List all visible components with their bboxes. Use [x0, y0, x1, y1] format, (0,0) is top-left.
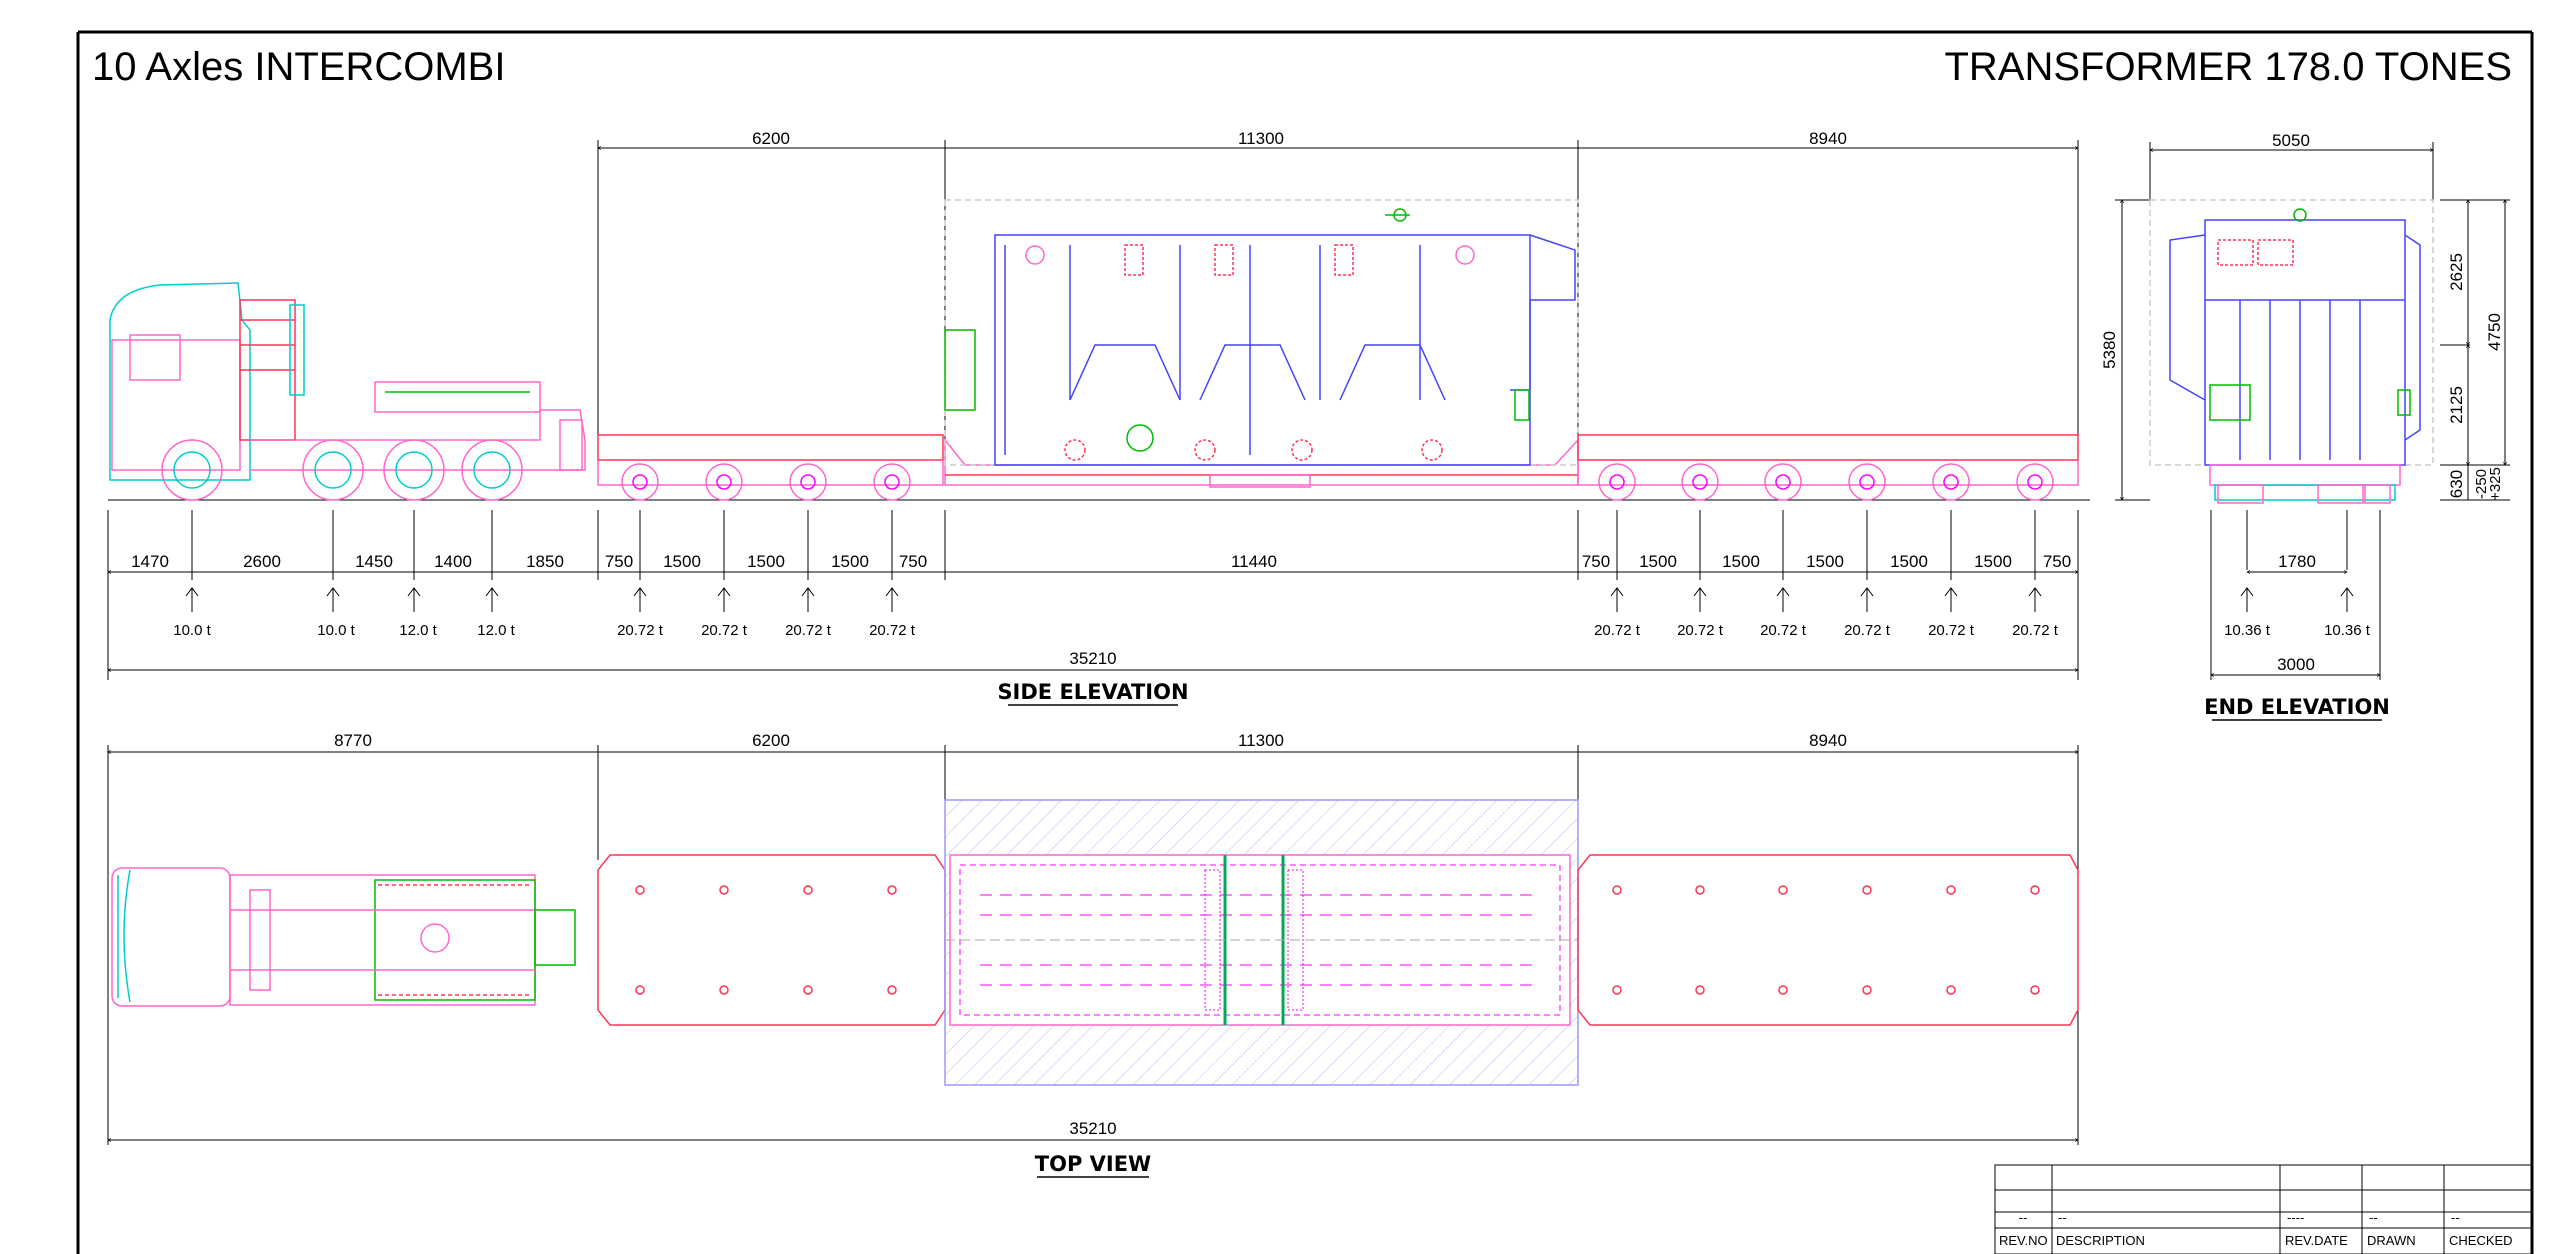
axle-load-14: 20.72 t	[2012, 622, 2059, 639]
rev-date-value: ----	[2287, 1210, 2304, 1225]
axle-load-13: 20.72 t	[1928, 622, 1975, 639]
axle-load-5: 20.72 t	[617, 622, 664, 639]
dim-side-bottom-6: 750	[605, 552, 633, 571]
title-right: TRANSFORMER 178.0 TONES	[1944, 45, 2512, 89]
dim-side-bottom-18: 750	[2043, 552, 2071, 571]
description-value: --	[2058, 1210, 2067, 1225]
dim-side-bottom-15: 1500	[1806, 552, 1844, 571]
title-left: 10 Axles INTERCOMBI	[92, 45, 505, 89]
end-axle-load-2: 10.36 t	[2324, 622, 2371, 639]
dim-top-2: 6200	[752, 731, 790, 750]
side-elevation-caption: SIDE ELEVATION	[997, 680, 1188, 704]
rev-date-header: REV.DATE	[2285, 1233, 2348, 1248]
dim-side-bottom-9: 1500	[831, 552, 869, 571]
description-header: DESCRIPTION	[2056, 1233, 2145, 1248]
dim-side-bottom-3: 1450	[355, 552, 393, 571]
dim-side-bottom-4: 1400	[434, 552, 472, 571]
dim-side-bottom-2: 2600	[243, 552, 281, 571]
dim-side-top-3: 8940	[1809, 129, 1847, 148]
axle-load-11: 20.72 t	[1760, 622, 1807, 639]
drawn-value: --	[2369, 1210, 2378, 1225]
axle-load-8: 20.72 t	[869, 622, 916, 639]
end-bottom-width: 3000	[2277, 655, 2315, 674]
dim-side-bottom-17: 1500	[1974, 552, 2012, 571]
axle-load-7: 20.72 t	[785, 622, 832, 639]
dim-side-bottom-5: 1850	[526, 552, 564, 571]
rev-no-header: REV.NO	[1999, 1233, 2048, 1248]
axle-load-4: 12.0 t	[477, 622, 515, 639]
axle-load-1: 10.0 t	[173, 622, 211, 639]
axle-load-6: 20.72 t	[701, 622, 748, 639]
dim-top-4: 8940	[1809, 731, 1847, 750]
end-cargo-height: 4750	[2485, 313, 2504, 351]
end-top-width: 5050	[2272, 131, 2310, 150]
dim-side-bottom-10: 750	[899, 552, 927, 571]
end-lower-height: 2125	[2447, 386, 2466, 424]
transformer-cargo-plan	[944, 799, 1579, 1086]
end-upper-height: 2625	[2447, 253, 2466, 291]
dim-side-bottom-14: 1500	[1722, 552, 1760, 571]
top-view-caption: TOP VIEW	[1035, 1152, 1151, 1176]
axle-load-12: 20.72 t	[1844, 622, 1891, 639]
dim-side-bottom-7: 1500	[663, 552, 701, 571]
axle-load-3: 12.0 t	[399, 622, 437, 639]
dim-side-bottom-12: 750	[1582, 552, 1610, 571]
checked-value: --	[2451, 1210, 2460, 1225]
dim-side-bottom-11: 11440	[1231, 552, 1277, 571]
dim-top-3: 11300	[1238, 731, 1284, 750]
dim-side-bottom-1: 1470	[131, 552, 169, 571]
axle-load-10: 20.72 t	[1677, 622, 1724, 639]
end-tolerance-plus: +325	[2487, 467, 2504, 501]
dim-top-1: 8770	[334, 731, 372, 750]
top-overall-length: 35210	[1069, 1119, 1116, 1138]
end-left-height: 5380	[2100, 331, 2119, 369]
dim-side-top-1: 6200	[752, 129, 790, 148]
dim-side-bottom-16: 1500	[1890, 552, 1928, 571]
dim-side-bottom-8: 1500	[747, 552, 785, 571]
axle-load-9: 20.72 t	[1594, 622, 1641, 639]
rev-no-value: --	[2019, 1210, 2028, 1225]
dim-side-bottom-13: 1500	[1639, 552, 1677, 571]
axle-load-2: 10.0 t	[317, 622, 355, 639]
end-elevation-caption: END ELEVATION	[2204, 695, 2390, 719]
checked-header: CHECKED	[2449, 1233, 2513, 1248]
dim-side-top-2: 11300	[1238, 129, 1284, 148]
end-axle-load-1: 10.36 t	[2224, 622, 2271, 639]
drawn-header: DRAWN	[2367, 1233, 2416, 1248]
end-axle-spacing: 1780	[2278, 552, 2316, 571]
side-overall-length: 35210	[1069, 649, 1116, 668]
end-deck-height: 630	[2447, 470, 2466, 498]
